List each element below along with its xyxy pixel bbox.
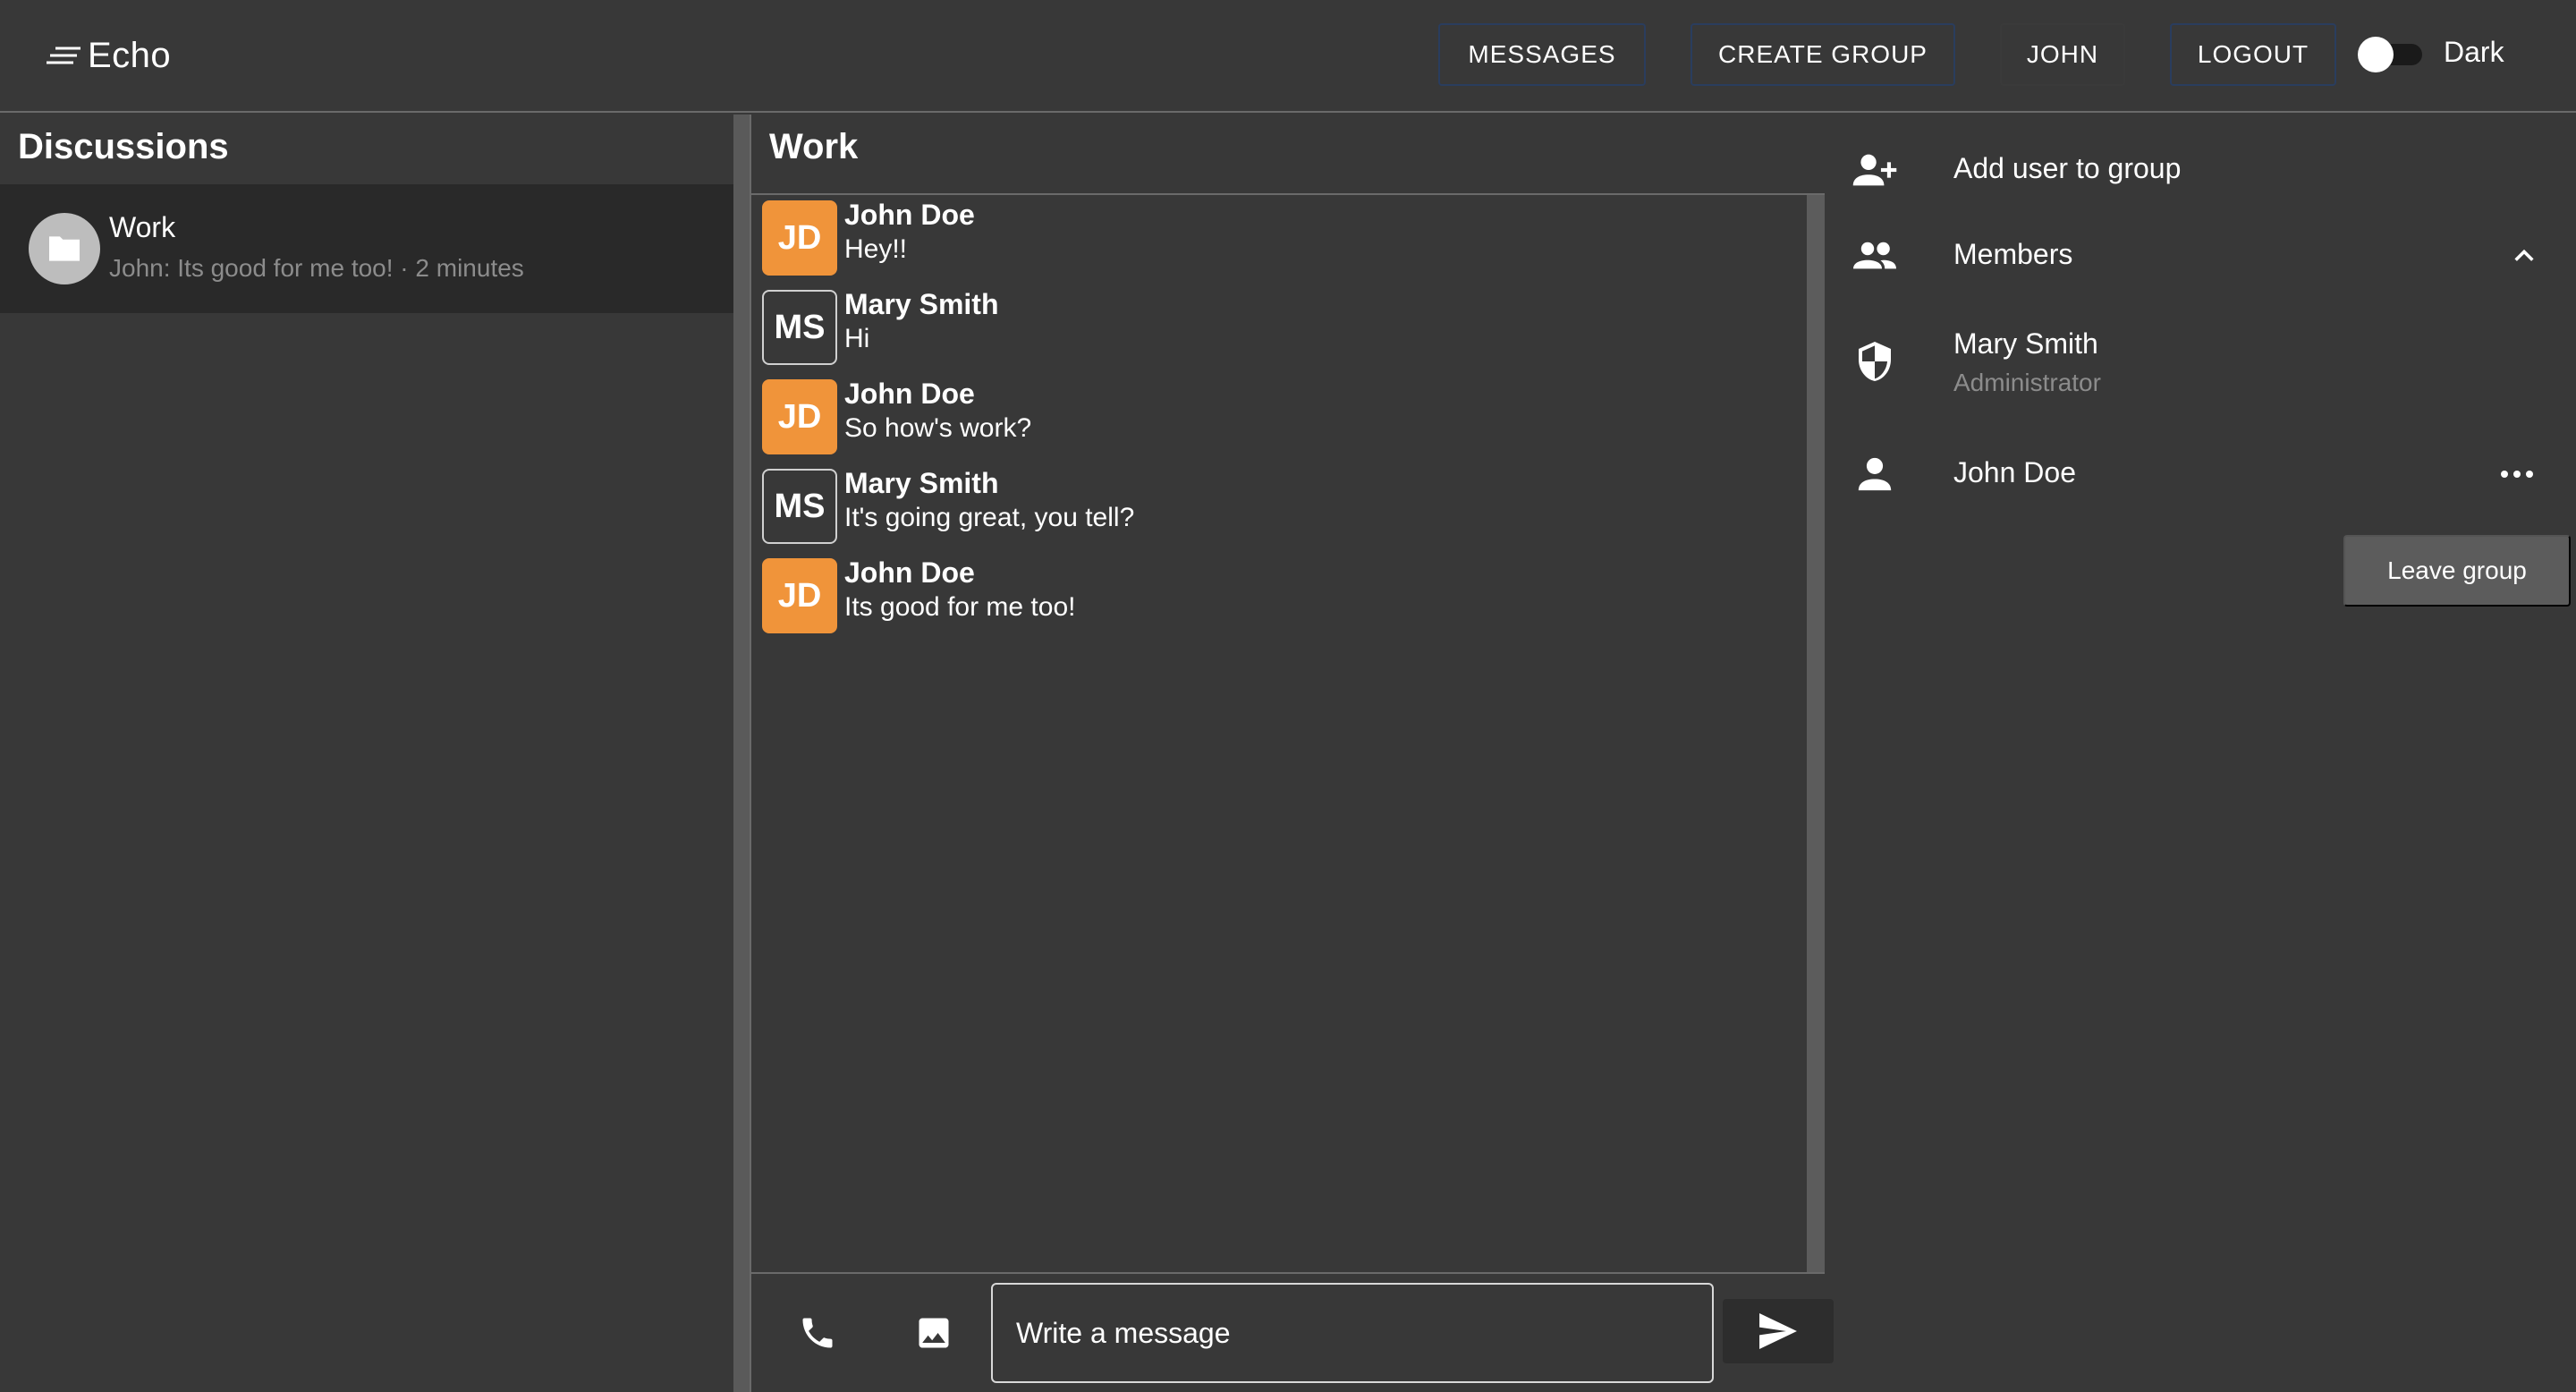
message-list-scrollbar[interactable] xyxy=(1807,195,1825,1272)
messages-button[interactable]: MESSAGES xyxy=(1438,23,1646,86)
message-text: Hey!! xyxy=(844,234,908,264)
echo-logo-icon xyxy=(47,47,80,64)
avatar: JD xyxy=(762,558,837,633)
image-icon xyxy=(919,1318,949,1348)
panel-resize-handle[interactable] xyxy=(733,115,751,1392)
leave-group-button[interactable]: Leave group xyxy=(2343,535,2571,607)
member-role: Administrator xyxy=(1953,369,2101,396)
message-input[interactable] xyxy=(991,1283,1714,1383)
discussion-avatar xyxy=(29,213,100,284)
message-text: Hi xyxy=(844,324,870,353)
group-icon xyxy=(1852,233,1898,279)
theme-toggle-label: Dark xyxy=(2444,36,2504,68)
message-author: Mary Smith xyxy=(844,467,999,499)
chat-title: Work xyxy=(769,127,859,166)
shield-icon xyxy=(1852,338,1898,385)
logout-button[interactable]: LOGOUT xyxy=(2170,23,2336,86)
theme-toggle-thumb xyxy=(2358,37,2394,72)
message-author: John Doe xyxy=(844,378,975,410)
discussion-preview: John: Its good for me too! · 2 minutes xyxy=(109,254,524,282)
attach-image-button[interactable] xyxy=(907,1306,961,1360)
member-item[interactable]: Mary Smith Administrator xyxy=(1843,322,2576,408)
member-item[interactable]: John Doe xyxy=(1843,449,2576,499)
send-icon xyxy=(1759,1313,1797,1349)
discussion-item-work[interactable]: Work John: Its good for me too! · 2 minu… xyxy=(0,184,735,313)
call-button[interactable] xyxy=(791,1306,844,1360)
create-group-button[interactable]: CREATE GROUP xyxy=(1690,23,1955,86)
avatar: JD xyxy=(762,200,837,276)
member-name: John Doe xyxy=(1953,456,2076,488)
discussions-title: Discussions xyxy=(18,127,229,166)
app-header: Echo MESSAGES CREATE GROUP JOHN LOGOUT D… xyxy=(0,0,2576,113)
brand-logo[interactable]: Echo xyxy=(47,29,171,82)
phone-icon xyxy=(802,1318,833,1348)
message-author: John Doe xyxy=(844,556,975,589)
avatar: MS xyxy=(762,290,837,365)
message-author: John Doe xyxy=(844,199,975,231)
message-list xyxy=(751,193,1825,1274)
send-button[interactable] xyxy=(1723,1299,1834,1363)
message-text: Its good for me too! xyxy=(844,592,1076,622)
brand-name: Echo xyxy=(88,35,172,75)
avatar: JD xyxy=(762,379,837,454)
user-profile-button[interactable]: JOHN xyxy=(2000,23,2125,86)
members-section-header[interactable]: Members xyxy=(1843,229,2576,283)
chevron-up-icon[interactable] xyxy=(2512,243,2537,268)
person-icon xyxy=(1852,451,1898,497)
message-author: Mary Smith xyxy=(844,288,999,320)
folder-icon xyxy=(49,236,80,261)
members-label: Members xyxy=(1953,238,2073,270)
avatar: MS xyxy=(762,469,837,544)
person-add-icon xyxy=(1852,147,1898,193)
add-user-label: Add user to group xyxy=(1953,152,2182,184)
member-name: Mary Smith xyxy=(1953,327,2098,360)
more-options-icon[interactable] xyxy=(2497,462,2537,487)
message-text: It's going great, you tell? xyxy=(844,503,1135,532)
discussions-sidebar: Discussions Work John: Its good for me t… xyxy=(0,115,735,1392)
discussion-name: Work xyxy=(109,211,176,243)
add-user-to-group-item[interactable]: Add user to group xyxy=(1843,143,2576,197)
message-text: So how's work? xyxy=(844,413,1032,443)
theme-toggle[interactable] xyxy=(2358,37,2422,72)
